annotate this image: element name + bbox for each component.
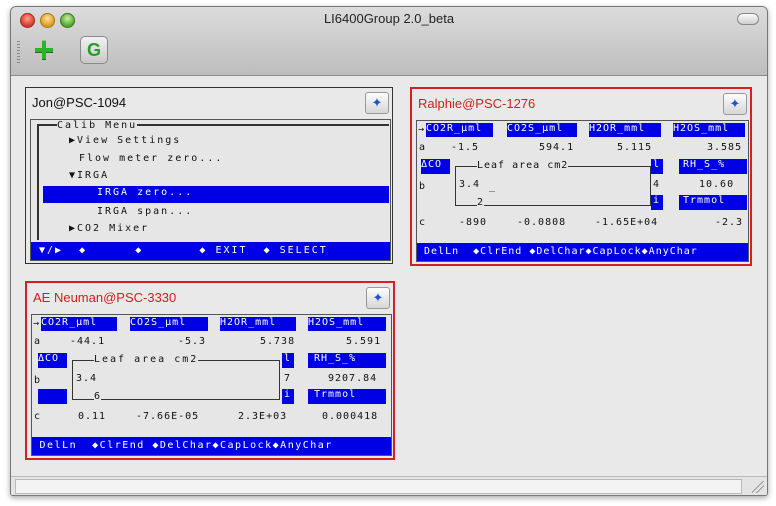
leaf-area-box — [455, 166, 651, 206]
panel-title: Jon@PSC-1094 — [32, 95, 127, 110]
row-c-h2os: -2.3 — [715, 217, 744, 228]
b-label: b — [419, 181, 427, 192]
row-c-label: c — [34, 411, 42, 422]
status-bar — [11, 476, 767, 495]
leaf-area-cursor: _ — [489, 181, 497, 192]
l-key[interactable]: l — [651, 159, 663, 174]
i-key[interactable]: i — [651, 195, 663, 210]
b-label: b — [34, 375, 42, 386]
row-a-h2or: 5.738 — [260, 336, 296, 347]
g-icon: G — [80, 36, 108, 64]
seven-value: 7 — [284, 373, 292, 384]
leaf-area-value[interactable]: 3.4 — [76, 373, 97, 384]
dco-key[interactable]: ΔCO — [38, 353, 67, 368]
title-bar: LI6400Group 2.0_beta + G — [11, 7, 767, 76]
function-key-bar[interactable]: DelLn ◆ClrEnd ◆DelChar◆CapLock◆AnyChar — [32, 437, 391, 455]
menu-item-irga-zero[interactable]: IRGA zero... — [43, 186, 389, 203]
row-c-co2r: 0.11 — [78, 411, 107, 422]
resize-grip[interactable] — [752, 481, 764, 493]
header-co2s[interactable]: CO2S_µml — [507, 123, 577, 137]
blank-key[interactable] — [38, 389, 67, 404]
lcd-screen: → CO2R_µml CO2S_µml H2OR_mml H2OS_mml a … — [416, 120, 749, 262]
plus-icon: + — [33, 29, 55, 70]
row-a-co2r: -1.5 — [451, 142, 480, 153]
i-key[interactable]: i — [282, 389, 294, 404]
rh-s-value: 9207.84 — [328, 373, 378, 384]
menu-item-irga-span[interactable]: IRGA span... — [97, 206, 193, 217]
row-a-co2s: 594.1 — [539, 142, 575, 153]
header-co2s[interactable]: CO2S_µml — [130, 317, 208, 331]
row-c-co2r: -890 — [459, 217, 488, 228]
row-a-label: a — [419, 142, 427, 153]
trmmol-header[interactable]: Trmmol — [308, 389, 386, 404]
menu-item-flow-meter-zero[interactable]: Flow meter zero... — [79, 153, 223, 164]
connect-button[interactable]: ✦ — [365, 92, 389, 114]
function-key-bar[interactable]: DelLn ◆ClrEnd ◆DelChar◆CapLock◆AnyChar — [417, 243, 748, 261]
group-button[interactable]: G — [77, 33, 111, 67]
lcd-screen: → CO2R_µml CO2S_µml H2OR_mml H2OS_mml a … — [31, 314, 392, 456]
dco-key[interactable]: ΔCO — [421, 159, 450, 174]
lcd-screen: Calib Menu ▶View Settings Flow meter zer… — [30, 119, 391, 261]
row-a-h2os: 5.591 — [346, 336, 382, 347]
header-h2or[interactable]: H2OR_mml — [589, 123, 661, 137]
connect-button[interactable]: ✦ — [723, 93, 747, 115]
function-key-bar[interactable]: ▼/▶ ◆ ◆ ◆ EXIT ◆ SELECT — [31, 242, 390, 260]
plug-icon: ✦ — [729, 96, 741, 111]
l-key[interactable]: l — [282, 353, 294, 368]
plug-icon: ✦ — [371, 95, 383, 110]
main-content: Jon@PSC-1094 ✦ Calib Menu ▶View Settings… — [11, 76, 767, 475]
four-value: 4 — [653, 179, 661, 190]
menu-header: Calib Menu — [57, 120, 138, 131]
panel-title: AE Neuman@PSC-3330 — [33, 290, 177, 305]
header-h2or[interactable]: H2OR_mml — [220, 317, 296, 331]
add-instrument-button[interactable]: + — [27, 29, 61, 70]
instrument-panel-jon: Jon@PSC-1094 ✦ Calib Menu ▶View Settings… — [25, 87, 393, 264]
instrument-panel-ralphie: Ralphie@PSC-1276 ✦ → CO2R_µml CO2S_µml H… — [410, 87, 752, 266]
rh-s-header[interactable]: RH_S_% — [679, 159, 747, 174]
window-title: LI6400Group 2.0_beta — [323, 11, 455, 26]
menu-item-irga-zero-label: IRGA zero... — [97, 187, 194, 198]
app-window: LI6400Group 2.0_beta + G Jon@PSC-1094 ✦ … — [10, 6, 768, 496]
row-a-co2r: -44.1 — [70, 336, 106, 347]
header-co2r[interactable]: CO2R_µml — [41, 317, 117, 331]
row-c-label: c — [419, 217, 427, 228]
trmmol-header[interactable]: Trmmol — [679, 195, 747, 210]
leaf-area-label: Leaf area cm2 — [94, 354, 199, 365]
row-c-h2or: -1.65E+04 — [595, 217, 659, 228]
menu-item-co2-mixer[interactable]: ▶CO2 Mixer — [69, 223, 149, 234]
status-field — [15, 479, 742, 494]
row-c-h2or: 2.3E+03 — [238, 411, 288, 422]
row-a-h2or: 5.115 — [617, 142, 653, 153]
menu-item-irga[interactable]: ▼IRGA — [69, 170, 109, 181]
header-h2os[interactable]: H2OS_mml — [673, 123, 745, 137]
plug-icon: ✦ — [372, 290, 384, 305]
header-co2r[interactable]: CO2R_µml — [426, 123, 493, 137]
connect-button[interactable]: ✦ — [366, 287, 390, 309]
rh-s-header[interactable]: RH_S_% — [308, 353, 386, 368]
toolbar-grip — [17, 41, 20, 65]
arrow-marker: → — [418, 124, 426, 135]
rh-s-value: 10.60 — [699, 179, 735, 190]
row-a-label: a — [34, 336, 42, 347]
leaf-area-label: Leaf area cm2 — [477, 160, 569, 171]
row-c-co2s: -0.0808 — [517, 217, 567, 228]
cursor-mark: _ — [43, 190, 51, 201]
menu-item-view-settings[interactable]: ▶View Settings — [69, 135, 181, 146]
instrument-panel-ae-neuman: AE Neuman@PSC-3330 ✦ → CO2R_µml CO2S_µml… — [25, 281, 395, 460]
row-a-co2s: -5.3 — [178, 336, 207, 347]
arrow-marker: → — [33, 318, 41, 329]
leaf-area-box — [72, 360, 280, 400]
toolbar-toggle-button[interactable] — [737, 13, 759, 25]
leaf-area-bottom: 6 — [94, 391, 102, 402]
leaf-area-value[interactable]: 3.4 — [459, 179, 480, 190]
panel-title: Ralphie@PSC-1276 — [418, 96, 536, 111]
row-c-co2s: -7.66E-05 — [136, 411, 200, 422]
leaf-area-bottom: 2 — [477, 197, 485, 208]
row-c-h2os: 0.000418 — [322, 411, 379, 422]
header-h2os[interactable]: H2OS_mml — [308, 317, 386, 331]
row-a-h2os: 3.585 — [707, 142, 743, 153]
